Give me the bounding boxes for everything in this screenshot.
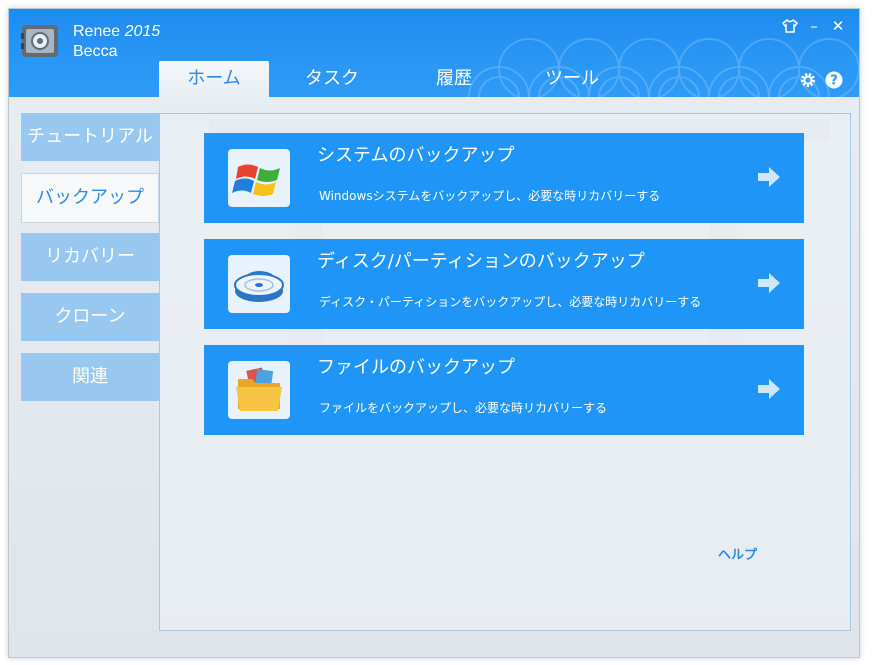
sidebar-item-related[interactable]: 関連	[21, 353, 159, 401]
card-icon-box	[228, 255, 290, 313]
app-version: 2015	[124, 23, 161, 40]
app-name: Renee 2015	[73, 22, 160, 42]
sidebar-item-recovery[interactable]: リカバリー	[21, 233, 159, 281]
tab-history[interactable]: 履歴	[399, 61, 509, 97]
card-title: ファイルのバックアップ	[317, 357, 515, 378]
minimize-button[interactable]: –	[805, 17, 823, 35]
title-bar: Renee 2015 Becca – ✕ ホーム タスク 履歴 ツール ?	[9, 9, 859, 97]
app-name-text: Renee	[73, 23, 121, 40]
folder-icon	[236, 367, 282, 411]
card-title: ディスク/パーティションのバックアップ	[317, 251, 645, 272]
arrow-right-icon	[758, 379, 780, 399]
file-backup-card[interactable]: ファイルのバックアップ ファイルをバックアップし、必要な時リカバリーする	[204, 345, 804, 435]
card-icon-box	[228, 361, 290, 419]
card-description: ファイルをバックアップし、必要な時リカバリーする	[319, 401, 608, 415]
card-icon-box	[228, 149, 290, 207]
help-link[interactable]: ヘルプ	[718, 544, 757, 563]
arrow-right-icon	[758, 273, 780, 293]
hard-disk-icon	[234, 271, 284, 302]
svg-text:?: ?	[830, 74, 838, 89]
sidebar-item-backup[interactable]: バックアップ	[21, 173, 159, 223]
close-button[interactable]: ✕	[829, 17, 847, 35]
card-description: Windowsシステムをバックアップし、必要な時リカバリーする	[319, 189, 661, 203]
disk-partition-backup-card[interactable]: ディスク/パーティションのバックアップ ディスク・パーティションをバックアップし…	[204, 239, 804, 329]
card-title: システムのバックアップ	[317, 145, 515, 166]
gear-icon[interactable]	[799, 71, 817, 89]
shirt-icon[interactable]	[781, 19, 799, 33]
help-icon[interactable]: ?	[825, 71, 843, 89]
windows-logo-icon	[232, 164, 280, 196]
tab-tasks[interactable]: タスク	[277, 61, 387, 97]
arrow-right-icon	[758, 167, 780, 187]
sidebar-item-tutorial[interactable]: チュートリアル	[21, 113, 159, 161]
tab-tools[interactable]: ツール	[517, 61, 627, 97]
card-description: ディスク・パーティションをバックアップし、必要な時リカバリーする	[319, 295, 702, 309]
app-user: Becca	[73, 43, 118, 60]
tab-home[interactable]: ホーム	[159, 61, 269, 97]
system-backup-card[interactable]: システムのバックアップ Windowsシステムをバックアップし、必要な時リカバリ…	[204, 133, 804, 223]
main-panel: システムのバックアップ Windowsシステムをバックアップし、必要な時リカバリ…	[159, 113, 851, 631]
sidebar-item-clone[interactable]: クローン	[21, 293, 159, 341]
safe-logo-icon	[21, 25, 58, 57]
app-window: Renee 2015 Becca – ✕ ホーム タスク 履歴 ツール ? チュ…	[8, 8, 860, 658]
